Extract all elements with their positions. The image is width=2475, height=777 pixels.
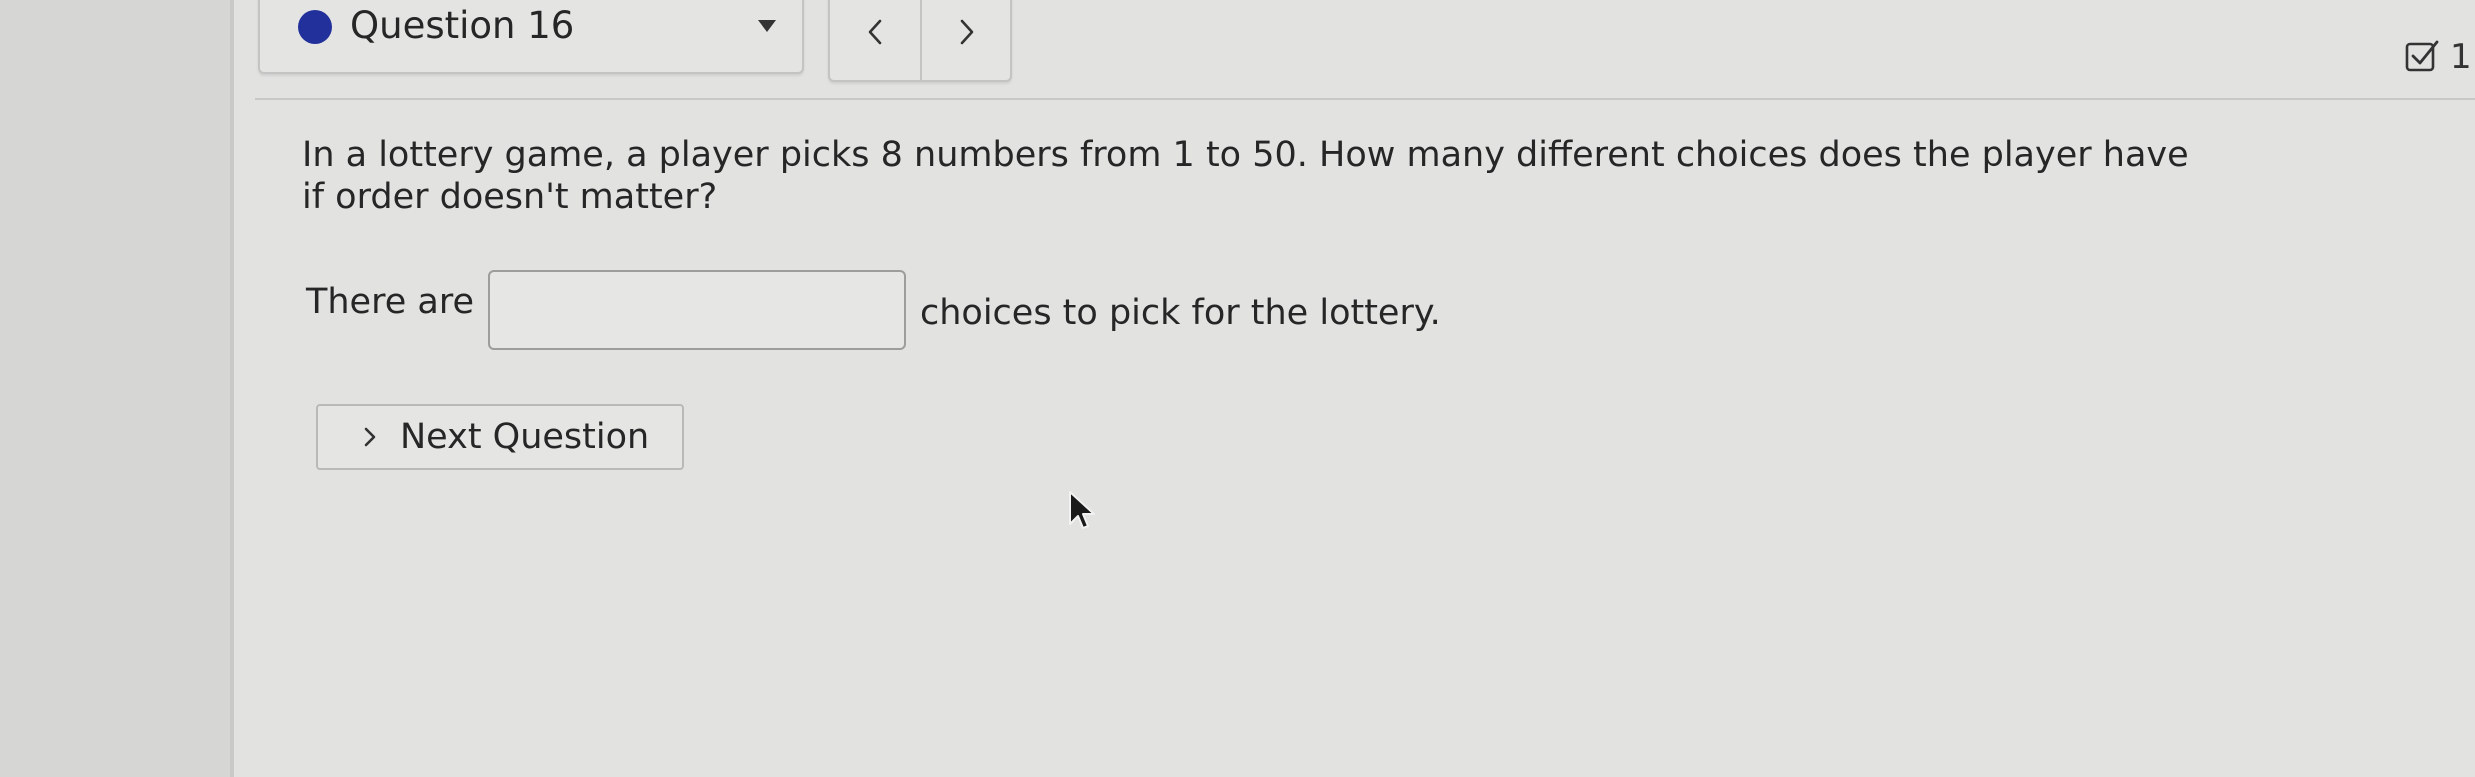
answer-row: There are choices to pick for the lotter… (306, 268, 1441, 352)
progress-indicator[interactable]: 1 (2404, 34, 2475, 80)
header-divider (255, 98, 2475, 100)
progress-count: 1 (2450, 37, 2472, 77)
answer-input[interactable] (487, 270, 906, 350)
question-page (234, 0, 2475, 777)
chevron-left-icon (868, 19, 882, 45)
answer-prefix-text: There are (306, 282, 474, 322)
mouse-pointer-icon (1069, 491, 1095, 529)
answer-suffix-text: choices to pick for the lottery. (919, 293, 1441, 333)
left-sidebar-gutter (0, 0, 234, 777)
next-question-button[interactable]: Next Question (316, 404, 684, 470)
chevron-right-icon (364, 427, 376, 447)
question-prompt: In a lottery game, a player picks 8 numb… (302, 135, 2189, 217)
question-selector-label: Question 16 (350, 4, 575, 47)
chevron-right-icon (960, 19, 974, 45)
next-question-arrow-button[interactable] (922, 0, 1012, 68)
next-question-label: Next Question (400, 417, 650, 457)
dropdown-caret-icon (758, 20, 776, 32)
question-selector-dropdown[interactable]: Question 16 (258, 0, 804, 74)
checkbox-checked-icon (2405, 40, 2439, 72)
question-pager (828, 0, 1012, 82)
previous-question-button[interactable] (830, 0, 920, 68)
question-status-dot (298, 10, 332, 44)
